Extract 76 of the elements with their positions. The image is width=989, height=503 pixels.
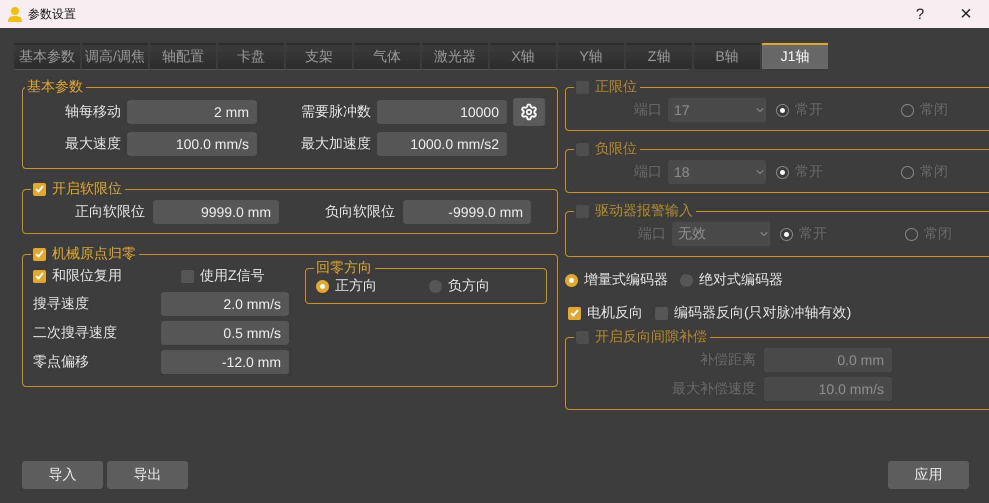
group-title: 基本参数	[27, 78, 83, 96]
tab[interactable]: J1轴	[762, 43, 828, 69]
value-field[interactable]: 2.0 mm/s	[161, 292, 289, 316]
help-button[interactable]: ?	[897, 0, 943, 28]
value-field[interactable]: 10.0 mm/s	[764, 377, 892, 401]
port-dropdown[interactable]: 18	[668, 160, 766, 184]
tab[interactable]: B轴	[694, 43, 760, 69]
gear-icon	[520, 103, 538, 121]
group-title: 正限位	[595, 78, 637, 96]
tab[interactable]: 气体	[354, 43, 420, 69]
radio-button[interactable]	[905, 228, 918, 240]
window-title: 参数设置	[28, 6, 77, 22]
value-field[interactable]: 100.0 mm/s	[127, 132, 257, 156]
field-label: 搜寻速度	[33, 295, 90, 313]
tab[interactable]: Z轴	[626, 43, 692, 69]
value-field[interactable]: 0.5 mm/s	[161, 321, 289, 345]
value-field[interactable]: 9999.0 mm	[153, 200, 279, 224]
field-label: 需要脉冲数	[300, 103, 371, 121]
port-dropdown[interactable]: 无效	[672, 222, 770, 246]
checkbox[interactable]	[568, 306, 581, 320]
tab[interactable]: 轴配置	[150, 43, 216, 69]
value-field[interactable]: 0.0 mm	[764, 348, 892, 372]
group-title: 负限位	[595, 140, 637, 158]
option-label: 增量式编码器	[584, 271, 668, 289]
group-title: 驱动器报警输入	[595, 202, 693, 220]
close-button[interactable]: ×	[943, 0, 989, 28]
footer-button[interactable]: 导出	[107, 461, 188, 489]
field-label: 负向软限位	[324, 203, 395, 221]
option-label: 使用Z信号	[200, 267, 265, 285]
group-title: 开启软限位	[52, 180, 122, 198]
field-label: 最大速度	[64, 135, 121, 153]
field-label: 零点偏移	[33, 353, 90, 371]
tab[interactable]: 调高/调焦	[82, 43, 148, 69]
checkbox[interactable]	[33, 270, 46, 282]
radio-button[interactable]	[776, 166, 789, 178]
group-title: 开启反向间隙补偿	[595, 328, 707, 346]
tab[interactable]: 支架	[286, 43, 352, 69]
person-icon	[8, 6, 22, 22]
radio-button[interactable]	[780, 228, 793, 240]
radio-button[interactable]	[316, 280, 329, 292]
field-label: 二次搜寻速度	[33, 324, 118, 342]
option-label: 电机反向	[587, 304, 643, 322]
value-field[interactable]: 10000	[377, 100, 507, 124]
radio-button[interactable]	[429, 280, 442, 292]
group-title: 回零方向	[316, 259, 372, 277]
settings-button[interactable]	[513, 98, 545, 126]
option-label: 和限位复用	[52, 267, 122, 285]
radio-button[interactable]	[901, 166, 914, 178]
footer-button[interactable]: 导入	[22, 461, 103, 489]
tab[interactable]: 基本参数	[14, 43, 80, 69]
checkbox[interactable]	[33, 248, 46, 260]
tab[interactable]: 卡盘	[218, 43, 284, 69]
checkbox[interactable]	[33, 182, 46, 196]
radio-button[interactable]	[680, 274, 693, 286]
option-label: 编码器反向(只对脉冲轴有效)	[674, 304, 852, 322]
field-label: 正向软限位	[74, 203, 145, 221]
radio-button[interactable]	[901, 104, 914, 116]
radio-button[interactable]	[565, 274, 578, 286]
value-field[interactable]: 2 mm	[127, 100, 257, 124]
value-field[interactable]: 1000.0 mm/s2	[377, 132, 507, 156]
tab[interactable]: 激光器	[422, 43, 488, 69]
option-label: 绝对式编码器	[699, 271, 783, 289]
tab[interactable]: Y轴	[558, 43, 624, 69]
port-dropdown[interactable]: 17	[668, 98, 766, 122]
field-label: 最大加速度	[300, 135, 371, 153]
apply-button[interactable]: 应用	[888, 461, 969, 489]
checkbox[interactable]	[655, 306, 668, 320]
radio-button[interactable]	[776, 104, 789, 116]
option-label: 负方向	[448, 277, 490, 295]
value-field[interactable]: -9999.0 mm	[403, 200, 531, 224]
group-title: 机械原点归零	[52, 245, 136, 263]
tab[interactable]: X轴	[490, 43, 556, 69]
field-label: 轴每移动	[64, 103, 121, 121]
checkbox[interactable]	[181, 270, 194, 282]
value-field[interactable]: -12.0 mm	[161, 350, 289, 374]
option-label: 正方向	[335, 277, 377, 295]
